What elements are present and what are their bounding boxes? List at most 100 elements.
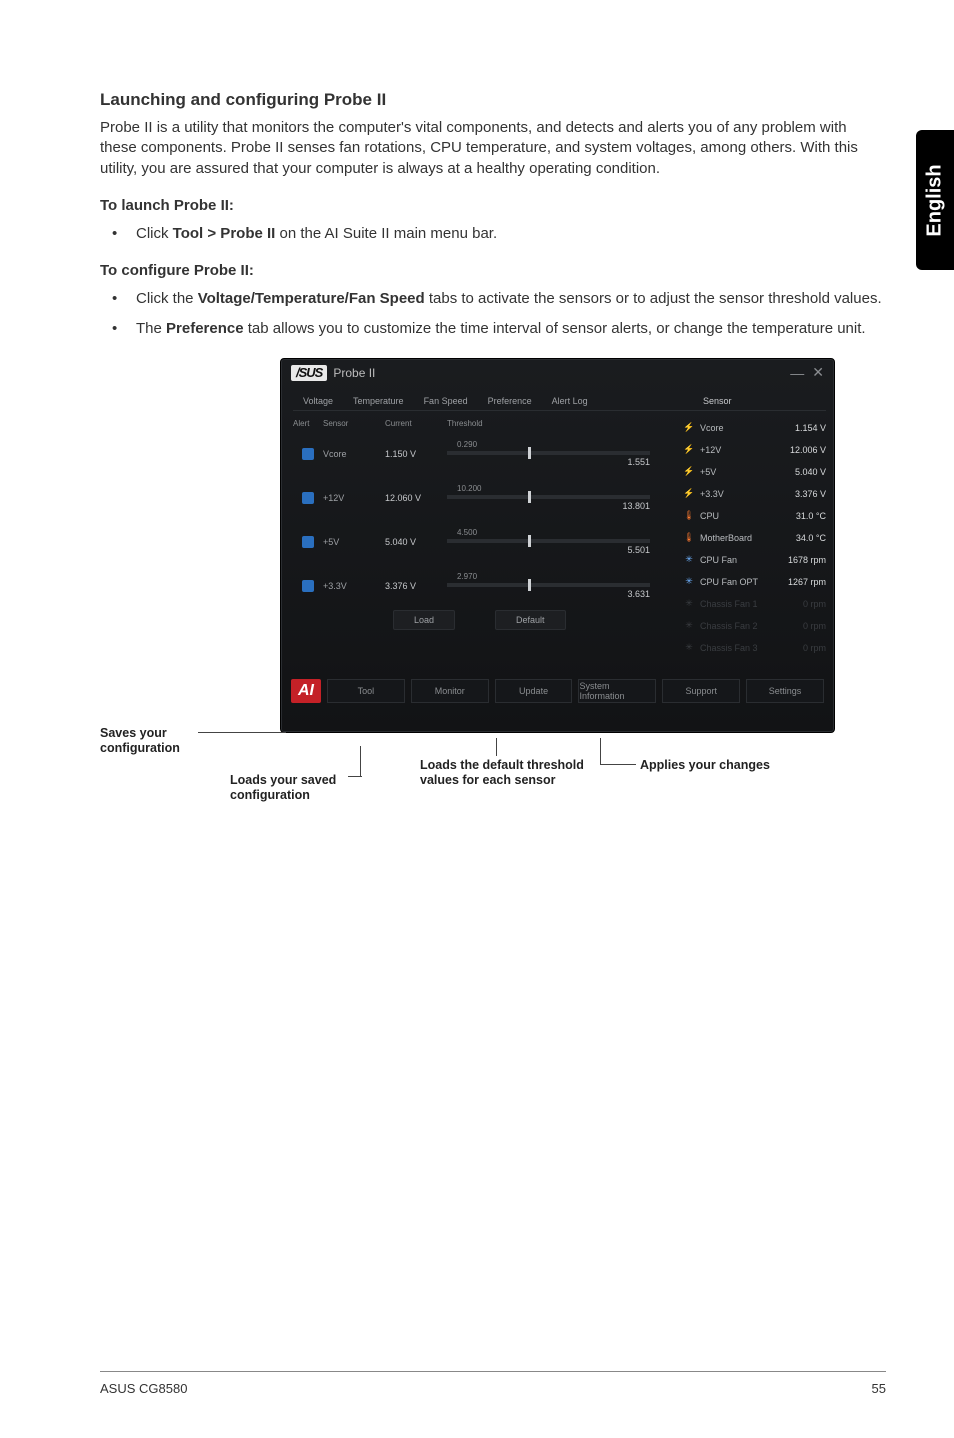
launch-title: To launch Probe II:	[100, 197, 886, 214]
thermometer-icon: 🌡	[682, 532, 696, 543]
titlebar: /SUS Probe II — ✕	[281, 359, 834, 387]
config-step-1: Click the Voltage/Temperature/Fan Speed …	[100, 289, 886, 309]
sb-tool[interactable]: Tool	[327, 679, 405, 703]
fan-icon: ✳	[682, 554, 696, 565]
table-row: +12V12.060 V10.20013.801	[293, 476, 668, 520]
fan-icon: ✳	[682, 598, 696, 609]
tab-temperature[interactable]: Temperature	[343, 392, 414, 411]
row-sensor: +3.3V	[323, 581, 385, 591]
tab-preference[interactable]: Preference	[478, 392, 542, 411]
sensor-value: 34.0 °C	[796, 533, 826, 543]
alert-checkbox[interactable]	[293, 448, 323, 460]
tab-fan-speed[interactable]: Fan Speed	[414, 392, 478, 411]
fan-icon: ✳	[682, 620, 696, 631]
sb-monitor[interactable]: Monitor	[411, 679, 489, 703]
sensor-name: Chassis Fan 3	[700, 643, 803, 653]
row-threshold[interactable]: 10.20013.801	[447, 484, 668, 511]
bolt-icon: ⚡	[682, 422, 696, 433]
footer-page: 55	[872, 1381, 886, 1396]
sensor-name: CPU Fan OPT	[700, 577, 788, 587]
sensor-row: 🌡 CPU31.0 °C	[682, 505, 826, 527]
alert-checkbox[interactable]	[293, 492, 323, 504]
load-button[interactable]: Load	[393, 610, 455, 630]
sensor-table: Alert Sensor Current Threshold Vcore1.15…	[293, 417, 668, 657]
alert-checkbox[interactable]	[293, 536, 323, 548]
row-current: 1.150 V	[385, 449, 447, 459]
sensor-row: 🌡 MotherBoard34.0 °C	[682, 527, 826, 549]
launch-step: Click Tool > Probe II on the AI Suite II…	[100, 224, 886, 244]
sensor-value: 12.006 V	[790, 445, 826, 455]
status-bar: AI Tool Monitor Update System Informatio…	[281, 669, 834, 713]
sensor-name: Chassis Fan 2	[700, 621, 803, 631]
page-footer: ASUS CG8580 55	[100, 1381, 886, 1396]
brand-logo: /SUS	[291, 365, 327, 381]
row-current: 12.060 V	[385, 493, 447, 503]
sb-update[interactable]: Update	[495, 679, 573, 703]
sensor-name: Vcore	[700, 423, 795, 433]
close-icon[interactable]: ✕	[812, 364, 824, 381]
callout-apply: Applies your changes	[640, 758, 830, 773]
sensor-name: +5V	[700, 467, 795, 477]
tabs-row: Voltage Temperature Fan Speed Preference…	[281, 387, 834, 411]
sensor-row: ⚡ +5V5.040 V	[682, 461, 826, 483]
row-threshold[interactable]: 0.2901.551	[447, 440, 668, 467]
bolt-icon: ⚡	[682, 444, 696, 455]
sensor-value: 0 rpm	[803, 599, 826, 609]
section-heading: Launching and configuring Probe II	[100, 90, 886, 110]
sensor-name: CPU Fan	[700, 555, 788, 565]
tab-alert-log[interactable]: Alert Log	[542, 392, 598, 411]
table-row: +5V5.040 V4.5005.501	[293, 520, 668, 564]
alert-checkbox[interactable]	[293, 580, 323, 592]
sensor-row: ✳ CPU Fan OPT1267 rpm	[682, 571, 826, 593]
sensor-value: 1678 rpm	[788, 555, 826, 565]
sensor-row: ⚡ +3.3V3.376 V	[682, 483, 826, 505]
row-sensor: +5V	[323, 537, 385, 547]
sensor-value: 5.040 V	[795, 467, 826, 477]
sensor-row: ✳ Chassis Fan 10 rpm	[682, 593, 826, 615]
ai-logo-icon[interactable]: AI	[291, 679, 321, 703]
sensor-name: +3.3V	[700, 489, 795, 499]
sensor-name: CPU	[700, 511, 796, 521]
table-row: +3.3V3.376 V2.9703.631	[293, 564, 668, 608]
sensor-name: MotherBoard	[700, 533, 796, 543]
bolt-icon: ⚡	[682, 488, 696, 499]
window-title: Probe II	[333, 366, 375, 380]
sb-sysinfo[interactable]: System Information	[578, 679, 656, 703]
sb-settings[interactable]: Settings	[746, 679, 824, 703]
config-title: To configure Probe II:	[100, 262, 886, 279]
sensor-row: ✳Chassis Fan 20 rpm	[682, 615, 826, 637]
callout-save: Saves your configuration	[100, 726, 200, 756]
tab-sensor[interactable]: Sensor	[693, 392, 826, 411]
config-step-2: The Preference tab allows you to customi…	[100, 319, 886, 339]
footer-model: ASUS CG8580	[100, 1381, 187, 1396]
thermometer-icon: 🌡	[682, 510, 696, 521]
fan-icon: ✳	[682, 576, 696, 587]
sensor-value: 3.376 V	[795, 489, 826, 499]
default-button[interactable]: Default	[495, 610, 566, 630]
row-threshold[interactable]: 4.5005.501	[447, 528, 668, 555]
col-sensor: Sensor	[323, 419, 385, 428]
fan-icon: ✳	[682, 642, 696, 653]
tab-voltage[interactable]: Voltage	[293, 392, 343, 411]
footer-rule	[100, 1371, 886, 1372]
row-sensor: +12V	[323, 493, 385, 503]
sensor-value: 1.154 V	[795, 423, 826, 433]
sensor-row: ✳ Chassis Fan 30 rpm	[682, 637, 826, 659]
sensor-name: +12V	[700, 445, 790, 455]
sensor-value: 31.0 °C	[796, 511, 826, 521]
sensor-value: 1267 rpm	[788, 577, 826, 587]
sensor-row: ✳ CPU Fan1678 rpm	[682, 549, 826, 571]
row-threshold[interactable]: 2.9703.631	[447, 572, 668, 599]
callout-load-saved: Loads your saved configuration	[230, 773, 380, 803]
sensor-panel: ⚡ Vcore1.154 V ⚡ +12V12.006 V ⚡ +5V5.040 V ⚡ +3…	[676, 417, 826, 657]
sensor-name: Chassis Fan 1	[700, 599, 803, 609]
minimize-icon[interactable]: —	[790, 365, 804, 381]
sensor-value: 0 rpm	[803, 643, 826, 653]
col-threshold: Threshold	[447, 419, 668, 428]
row-current: 5.040 V	[385, 537, 447, 547]
intro-paragraph: Probe II is a utility that monitors the …	[100, 118, 886, 179]
sb-support[interactable]: Support	[662, 679, 740, 703]
bolt-icon: ⚡	[682, 466, 696, 477]
sensor-row: ⚡ Vcore1.154 V	[682, 417, 826, 439]
sensor-row: ⚡ +12V12.006 V	[682, 439, 826, 461]
